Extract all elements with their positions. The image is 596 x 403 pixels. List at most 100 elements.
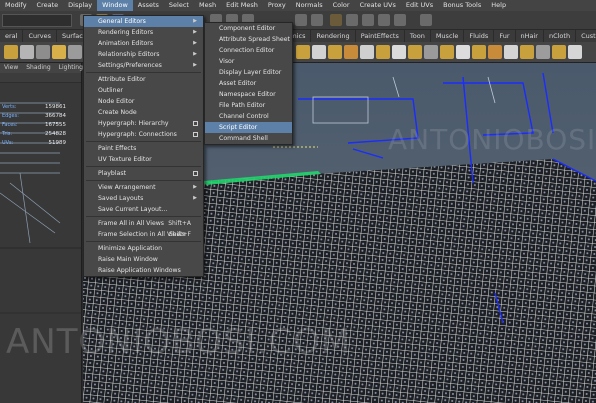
- menu-item-outliner[interactable]: Outliner: [84, 85, 203, 96]
- menu-item-label: Node Editor: [98, 98, 135, 105]
- menu-item-script-editor[interactable]: Script Editor: [205, 122, 292, 133]
- menu-mesh[interactable]: Mesh: [194, 0, 221, 11]
- menu-item-minimize-application[interactable]: Minimize Application: [84, 243, 203, 254]
- menu-item-file-path-editor[interactable]: File Path Editor: [205, 100, 292, 111]
- shelf-tab-painteffects[interactable]: PaintEffects: [356, 30, 405, 42]
- shelf-tool-icon[interactable]: [440, 45, 454, 59]
- menu-item-namespace-editor[interactable]: Namespace Editor: [205, 89, 292, 100]
- menu-modify[interactable]: Modify: [0, 0, 32, 11]
- menu-item-connection-editor[interactable]: Connection Editor: [205, 45, 292, 56]
- menu-item-uv-texture-editor[interactable]: UV Texture Editor: [84, 154, 203, 165]
- shelf-tab-nhair[interactable]: nHair: [516, 30, 544, 42]
- shelf-tool-icon[interactable]: [456, 45, 470, 59]
- menu-item-create-node[interactable]: Create Node: [84, 107, 203, 118]
- menu-edit-mesh[interactable]: Edit Mesh: [221, 0, 263, 11]
- menu-item-rendering-editors[interactable]: Rendering Editors ▶: [84, 27, 203, 38]
- shelf-tab-toon[interactable]: Toon: [405, 30, 431, 42]
- shelf-tool-icon[interactable]: [488, 45, 502, 59]
- menu-assets[interactable]: Assets: [133, 0, 164, 11]
- panel-menu-view[interactable]: View: [0, 63, 22, 73]
- shelf-tool-icon[interactable]: [344, 45, 358, 59]
- menu-item-frame-selection-in-all-views[interactable]: Frame Selection in All Views Shift+F: [84, 229, 203, 240]
- shelf-tool-icon[interactable]: [472, 45, 486, 59]
- shelf-tool-icon[interactable]: [296, 45, 310, 59]
- shelf-tool-icon[interactable]: [36, 45, 50, 59]
- menu-display[interactable]: Display: [63, 0, 97, 11]
- input-line-icon[interactable]: [420, 14, 432, 26]
- menu-item-node-editor[interactable]: Node Editor: [84, 96, 203, 107]
- shelf-tool-icon[interactable]: [376, 45, 390, 59]
- shelf-tool-icon[interactable]: [568, 45, 582, 59]
- menu-item-asset-editor[interactable]: Asset Editor: [205, 78, 292, 89]
- shelf-tool-icon[interactable]: [312, 45, 326, 59]
- menu-item-display-layer-editor[interactable]: Display Layer Editor: [205, 67, 292, 78]
- ipr-render-icon[interactable]: [362, 14, 374, 26]
- menu-item-view-arrangement[interactable]: View Arrangement ▶: [84, 182, 203, 193]
- shelf-tool-icon[interactable]: [68, 45, 82, 59]
- shelf-tool-icon[interactable]: [52, 45, 66, 59]
- option-box-icon[interactable]: [193, 171, 198, 176]
- menu-item-hypergraph-connections[interactable]: Hypergraph: Connections: [84, 129, 203, 140]
- menu-create[interactable]: Create: [32, 0, 64, 11]
- shelf-tool-icon[interactable]: [408, 45, 422, 59]
- shelf-tab-muscle[interactable]: Muscle: [431, 30, 465, 42]
- menu-set-selector[interactable]: [2, 14, 72, 27]
- snap-point-icon[interactable]: [295, 14, 307, 26]
- shelf-tool-icon[interactable]: [520, 45, 534, 59]
- hud-stat-value: 366784: [45, 113, 66, 119]
- menu-help[interactable]: Help: [486, 0, 511, 11]
- menu-item-settings-preferences[interactable]: Settings/Preferences ▶: [84, 60, 203, 71]
- menu-item-attribute-editor[interactable]: Attribute Editor: [84, 74, 203, 85]
- menu-item-raise-application-windows[interactable]: Raise Application Windows: [84, 265, 203, 276]
- shelf-tab-custom[interactable]: Custom: [576, 30, 596, 42]
- shelf-tool-icon[interactable]: [504, 45, 518, 59]
- option-box-icon[interactable]: [193, 132, 198, 137]
- menu-item-save-current-layout[interactable]: Save Current Layout...: [84, 204, 203, 215]
- menu-item-saved-layouts[interactable]: Saved Layouts ▶: [84, 193, 203, 204]
- menu-item-animation-editors[interactable]: Animation Editors ▶: [84, 38, 203, 49]
- shelf-tab-fur[interactable]: Fur: [494, 30, 516, 42]
- render-settings-icon[interactable]: [378, 14, 390, 26]
- menu-item-hypergraph-hierarchy[interactable]: Hypergraph: Hierarchy: [84, 118, 203, 129]
- menu-item-general-editors[interactable]: General Editors ▶: [84, 16, 203, 27]
- menu-item-command-shell[interactable]: Command Shell: [205, 133, 292, 144]
- menu-item-attribute-spread-sheet[interactable]: Attribute Spread Sheet: [205, 34, 292, 45]
- shelf-tool-icon[interactable]: [392, 45, 406, 59]
- menu-bonus-tools[interactable]: Bonus Tools: [438, 0, 486, 11]
- hypershade-icon[interactable]: [394, 14, 406, 26]
- shelf-tool-icon[interactable]: [20, 45, 34, 59]
- shelf-tab-fluids[interactable]: Fluids: [464, 30, 495, 42]
- shelf-tool-icon[interactable]: [360, 45, 374, 59]
- shelf-tool-icon[interactable]: [552, 45, 566, 59]
- menu-item-channel-control[interactable]: Channel Control: [205, 111, 292, 122]
- menu-item-relationship-editors[interactable]: Relationship Editors ▶: [84, 49, 203, 60]
- menu-normals[interactable]: Normals: [291, 0, 328, 11]
- shelf-tool-icon[interactable]: [328, 45, 342, 59]
- menu-item-visor[interactable]: Visor: [205, 56, 292, 67]
- shelf-tab-ncloth[interactable]: nCloth: [544, 30, 577, 42]
- menu-item-paint-effects[interactable]: Paint Effects: [84, 143, 203, 154]
- menu-item-raise-main-window[interactable]: Raise Main Window: [84, 254, 203, 265]
- option-box-icon[interactable]: [193, 121, 198, 126]
- render-icon[interactable]: [346, 14, 358, 26]
- shelf-tab-rendering[interactable]: Rendering: [311, 30, 356, 42]
- menu-item-frame-all-in-all-views[interactable]: Frame All in All Views Shift+A: [84, 218, 203, 229]
- menu-item-label: Animation Editors: [98, 40, 154, 47]
- menu-item-label: Create Node: [98, 109, 137, 116]
- menu-proxy[interactable]: Proxy: [263, 0, 291, 11]
- menu-color[interactable]: Color: [328, 0, 355, 11]
- shelf-tool-icon[interactable]: [4, 45, 18, 59]
- shelf-tool-icon[interactable]: [424, 45, 438, 59]
- shelf-tab-curves[interactable]: Curves: [23, 30, 58, 42]
- menu-window[interactable]: Window: [97, 0, 133, 11]
- panel-menu-shading[interactable]: Shading: [22, 63, 54, 73]
- snap-surface-icon[interactable]: [311, 14, 323, 26]
- menu-item-playblast[interactable]: Playblast: [84, 168, 203, 179]
- shelf-tool-icon[interactable]: [536, 45, 550, 59]
- shelf-tab-eral[interactable]: eral: [0, 30, 24, 42]
- menu-item-component-editor[interactable]: Component Editor: [205, 23, 292, 34]
- menu-select[interactable]: Select: [164, 0, 194, 11]
- menu-edit-uvs[interactable]: Edit UVs: [401, 0, 438, 11]
- menu-create-uvs[interactable]: Create UVs: [355, 0, 401, 11]
- history-icon[interactable]: [330, 14, 342, 26]
